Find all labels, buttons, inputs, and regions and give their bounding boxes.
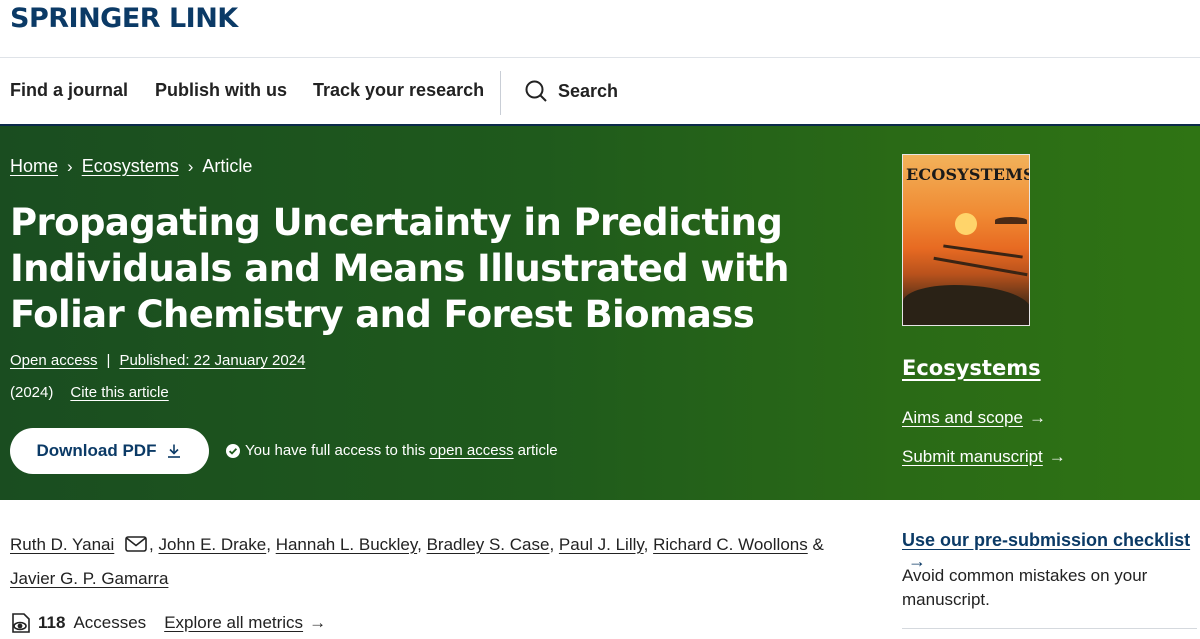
search-icon [525,80,547,102]
aims-scope-label: Aims and scope [902,408,1023,427]
breadcrumb-home[interactable]: Home [10,156,58,177]
eye-icon [12,613,30,633]
open-access-info-link[interactable]: open access [429,442,513,459]
top-header: SPRINGER LINK [0,0,1200,58]
published-date[interactable]: Published: 22 January 2024 [119,352,305,369]
nav-track-research[interactable]: Track your research [313,80,484,101]
cover-island [995,217,1027,224]
nav-find-journal[interactable]: Find a journal [10,80,128,101]
arrow-right-icon: → [1028,408,1046,427]
chevron-right-icon: › [187,156,194,176]
download-pdf-button[interactable]: Download PDF [10,428,209,474]
cover-pier [943,244,1023,259]
author-separator: & [812,535,824,554]
access-prefix: You have full access to this [245,442,426,459]
chevron-right-icon: › [67,156,73,176]
breadcrumb-current: Article [202,156,253,176]
author-link[interactable]: Paul J. Lilly [559,535,644,554]
cover-sun [955,213,977,235]
arrow-right-icon: → [309,613,327,632]
access-suffix: article [517,442,558,459]
article-meta: Open access | Published: 22 January 2024 [10,352,305,369]
explore-metrics-label: Explore all metrics [164,613,304,632]
cite-article-link[interactable]: Cite this article [70,384,168,401]
arrow-right-icon: → [1048,447,1066,466]
journal-name-link[interactable]: Ecosystems [902,356,1041,380]
meta-separator: | [106,352,111,369]
submit-manuscript-link[interactable]: Submit manuscript → [902,447,1066,467]
main-nav: Find a journal Publish with us Track you… [0,58,1200,126]
author-link[interactable]: Richard C. Woollons [653,535,808,554]
breadcrumb-journal[interactable]: Ecosystems [82,156,179,177]
author-link[interactable]: Hannah L. Buckley [276,535,417,554]
author-separator: , [149,535,154,554]
accesses-count: 118 [38,613,66,632]
submit-manuscript-label: Submit manuscript [902,447,1043,466]
author-separator: , [643,535,649,554]
cover-title: ECOSYSTEMS [906,165,1030,184]
search-label: Search [558,80,619,101]
article-title: Propagating Uncertainty in Predicting In… [10,201,790,336]
author-link[interactable]: Javier G. P. Gamarra [10,569,168,588]
cover-pier [933,256,1028,277]
open-access-link[interactable]: Open access [10,352,98,369]
author-link[interactable]: John E. Drake [158,535,266,554]
sidebar-divider [902,628,1197,629]
nav-divider [500,71,501,115]
breadcrumb: Home › Ecosystems › Article [10,156,252,177]
explore-metrics-link[interactable]: Explore all metrics [164,613,303,633]
nav-publish-with-us[interactable]: Publish with us [155,80,287,101]
aims-scope-link[interactable]: Aims and scope → [902,408,1046,428]
article-hero: Home › Ecosystems › Article Propagating … [0,126,1200,500]
author-link[interactable]: Ruth D. Yanai [10,535,114,554]
accesses-label: Accesses [73,613,147,632]
search-button[interactable]: Search [524,79,618,103]
access-note: You have full access to this open access… [226,442,558,459]
springer-link-logo[interactable]: SPRINGER LINK [10,3,238,34]
author-separator: , [266,535,271,554]
cover-trees [903,285,1029,325]
checklist-link-label: Use our pre-submission checklist [902,530,1191,550]
article-metrics: 118 Accesses Explore all metrics → [10,612,326,634]
author-separator: , [549,535,555,554]
checklist-description: Avoid common mistakes on your manuscript… [902,566,1148,609]
download-icon [168,444,181,458]
download-pdf-label: Download PDF [36,441,157,460]
author-separator: , [417,535,422,554]
journal-cover-image[interactable]: ECOSYSTEMS [902,154,1030,326]
author-link[interactable]: Bradley S. Case [427,535,550,554]
article-year: (2024) [10,384,54,401]
author-list: Ruth D. Yanai , John E. Drake, Hannah L.… [10,528,840,596]
check-circle-icon [226,443,240,458]
article-meta-secondary: (2024) Cite this article [10,384,169,401]
mail-icon[interactable] [125,536,147,552]
